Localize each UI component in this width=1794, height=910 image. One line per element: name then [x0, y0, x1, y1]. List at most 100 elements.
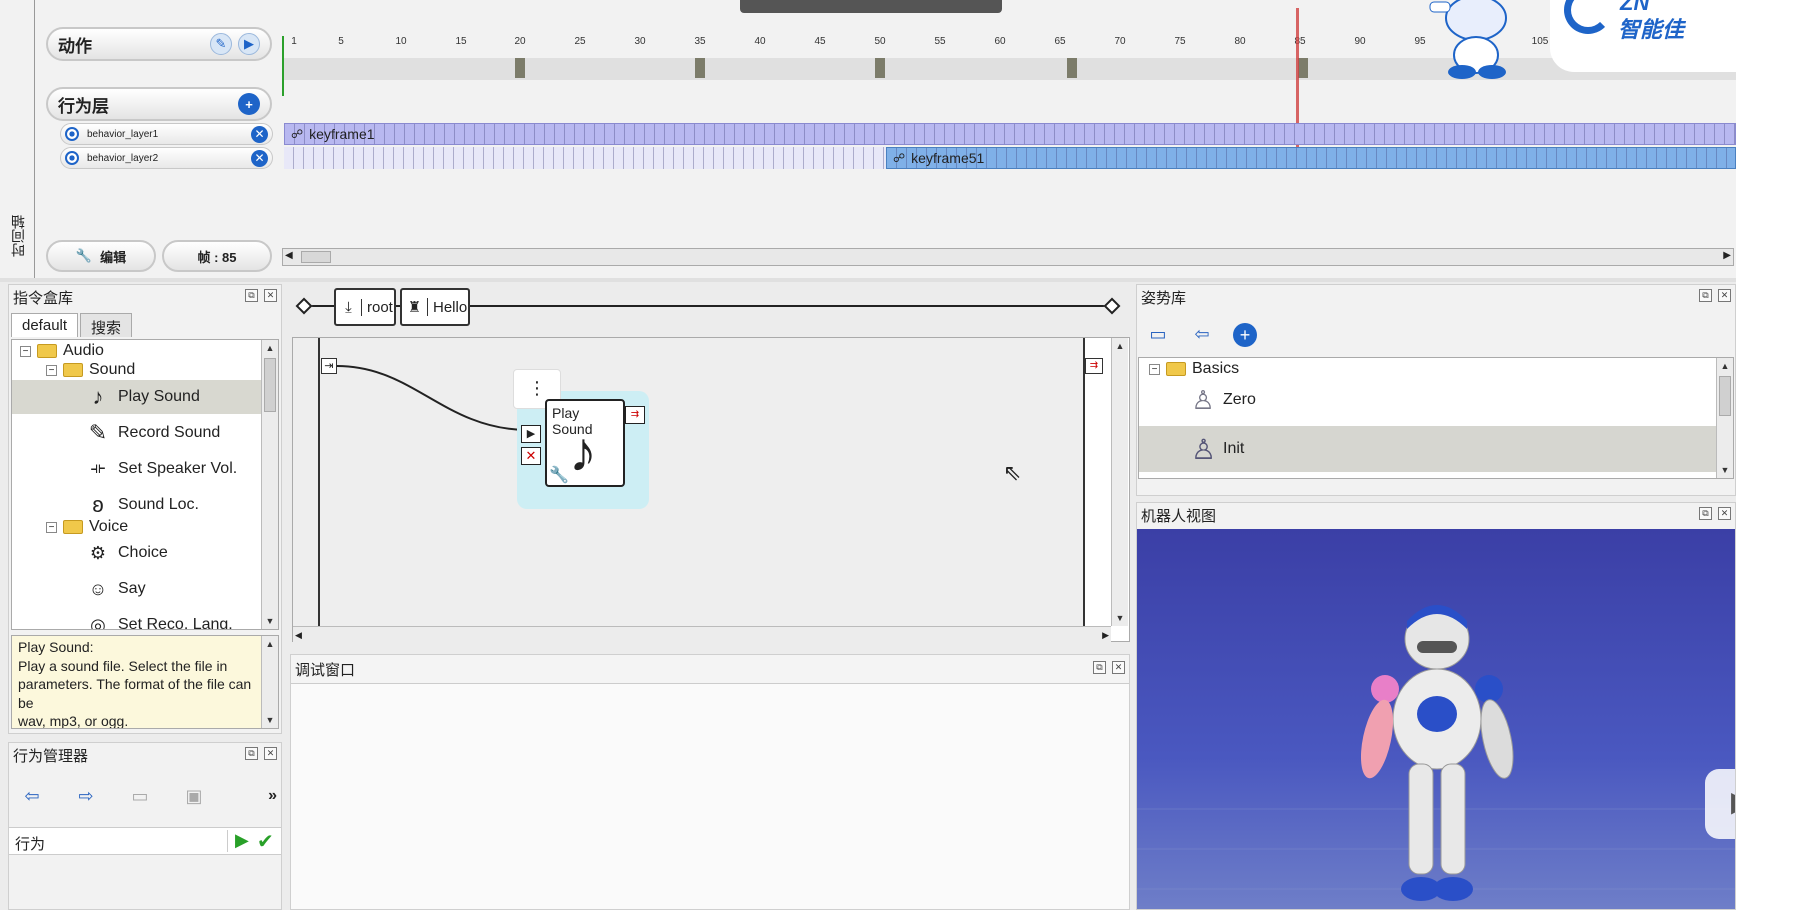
collapse-icon[interactable]: − [46, 364, 57, 376]
remove-layer-icon[interactable]: ✕ [251, 149, 268, 167]
open-pose-folder-icon[interactable]: ▭ [1145, 323, 1171, 345]
frame-display[interactable]: 帧 : 85 [162, 240, 272, 272]
tab-search[interactable]: 搜索 [80, 313, 133, 337]
flow-hscrollbar[interactable]: ◀ ▶ [293, 626, 1111, 642]
flow-canvas[interactable]: ⇥ ⇉ ⋮ Play Sound ♪ 🔧 ▶ ✕ ⇉ ⇖ [293, 338, 1103, 626]
close-icon[interactable]: ✕ [1718, 289, 1731, 302]
folder-icon [1166, 362, 1186, 376]
scroll-down-icon[interactable]: ▼ [262, 712, 278, 728]
close-icon[interactable]: ✕ [1112, 661, 1125, 674]
export-behavior-icon[interactable]: ⇨ [73, 785, 99, 807]
tree-folder-voice[interactable]: − Voice [46, 516, 128, 538]
tree-folder-basics[interactable]: − Basics [1149, 358, 1239, 380]
float-icon[interactable]: ⧉ [1093, 661, 1106, 674]
tree-item-play-sound[interactable]: ♪ Play Sound [12, 380, 262, 414]
scroll-right-icon[interactable]: ▶ [1723, 250, 1731, 261]
box-library-tree[interactable]: − Audio − Sound ♪ Play Sound ✎ Record Sound … [11, 339, 279, 630]
person-icon: ♜ [402, 298, 428, 316]
ruler-tick: 30 [634, 36, 646, 47]
tree-item-say[interactable]: ☺ Say [86, 572, 146, 606]
wrench-icon[interactable]: 🔧 [549, 465, 569, 485]
pose-library-panel: 姿势库 ⧉ ✕ ▭ ⇦ + − Basics ♙ Zero ♙ Init ▲ ▼ [1136, 284, 1736, 496]
save-icon[interactable]: ▣ [181, 785, 207, 807]
box-output-icon[interactable]: ⇉ [625, 406, 645, 424]
layer-radio-icon[interactable] [65, 151, 79, 165]
description-scrollbar[interactable]: ▲ ▼ [261, 636, 278, 728]
play-sound-box[interactable]: ⋮ Play Sound ♪ 🔧 ▶ ✕ ⇉ [513, 369, 649, 509]
scroll-right-icon[interactable]: ▶ [1102, 627, 1109, 643]
pose-item-init[interactable]: ♙ Init [1139, 426, 1717, 472]
play-sound-box-body[interactable]: Play Sound ♪ 🔧 [545, 399, 625, 487]
more-icon[interactable]: » [268, 787, 277, 805]
flow-vscrollbar[interactable]: ▲ ▼ [1111, 338, 1128, 626]
scroll-thumb[interactable] [301, 251, 331, 263]
scroll-left-icon[interactable]: ◀ [295, 627, 302, 643]
scroll-thumb[interactable] [1719, 376, 1731, 416]
box-onstart-input-icon[interactable]: ▶ [521, 425, 541, 443]
timeline-left-border [34, 0, 35, 278]
float-icon[interactable]: ⧉ [245, 289, 258, 302]
folder-icon [37, 344, 57, 358]
scroll-up-icon[interactable]: ▲ [262, 340, 278, 356]
play-icon[interactable]: ▶ [235, 830, 249, 851]
collapse-icon[interactable]: − [20, 345, 31, 357]
close-icon[interactable]: ✕ [264, 747, 277, 760]
scroll-left-icon[interactable]: ◀ [285, 250, 293, 261]
collapse-icon[interactable]: − [46, 521, 57, 533]
tree-item-label: Say [118, 580, 146, 597]
add-pose-icon[interactable]: + [1233, 323, 1257, 347]
debug-output[interactable] [291, 683, 1129, 909]
ruler-tick: 75 [1174, 36, 1186, 47]
box-onstop-input-icon[interactable]: ✕ [521, 447, 541, 465]
close-icon[interactable]: ✕ [1718, 507, 1731, 520]
tree-scrollbar[interactable]: ▲ ▼ [261, 340, 278, 629]
pose-scrollbar[interactable]: ▲ ▼ [1716, 358, 1733, 478]
layer-radio-icon[interactable] [65, 127, 79, 141]
scroll-down-icon[interactable]: ▼ [1717, 462, 1733, 478]
scroll-thumb[interactable] [264, 358, 276, 412]
scroll-up-icon[interactable]: ▲ [1112, 338, 1128, 354]
keyframe-bar[interactable]: ☍ keyframe1 [284, 123, 1736, 145]
tree-item-set-reco-lang[interactable]: ◎ Set Reco. Lang. [86, 608, 233, 630]
edit-motion-icon[interactable]: ✎ [210, 33, 232, 55]
tree-item-choice[interactable]: ⚙ Choice [86, 536, 168, 570]
keyframe-bar[interactable]: ☍ keyframe51 [886, 147, 1736, 169]
tree-item-record-sound[interactable]: ✎ Record Sound [86, 416, 221, 450]
horizontal-splitter[interactable] [0, 278, 1736, 282]
scroll-down-icon[interactable]: ▼ [262, 613, 278, 629]
motion-keyframe[interactable] [1298, 58, 1308, 78]
behavior-layer-row[interactable]: behavior_layer1 ✕ [60, 123, 273, 145]
float-icon[interactable]: ⧉ [245, 747, 258, 760]
float-icon[interactable]: ⧉ [1699, 289, 1712, 302]
motion-keyframe[interactable] [695, 58, 705, 78]
behavior-layer-row[interactable]: behavior_layer2 ✕ [60, 147, 273, 169]
float-icon[interactable]: ⧉ [1699, 507, 1712, 520]
scroll-up-icon[interactable]: ▲ [262, 636, 278, 652]
tree-item-set-speaker-vol[interactable]: ⟛ Set Speaker Vol. [86, 452, 237, 486]
onstopped-output-icon[interactable]: ⇉ [1085, 358, 1103, 374]
scroll-down-icon[interactable]: ▼ [1112, 610, 1128, 626]
motion-keyframe[interactable] [515, 58, 525, 78]
scroll-up-icon[interactable]: ▲ [1717, 358, 1733, 374]
play-motion-icon[interactable]: ▶ [238, 33, 260, 55]
folder-open-icon[interactable]: ▭ [127, 785, 153, 807]
motion-keyframe[interactable] [875, 58, 885, 78]
pose-tree[interactable]: − Basics ♙ Zero ♙ Init ▲ ▼ [1138, 357, 1734, 479]
breadcrumb-root[interactable]: ⤓ root [334, 288, 396, 326]
close-icon[interactable]: ✕ [264, 289, 277, 302]
check-icon[interactable]: ✔ [257, 829, 274, 854]
pose-item-zero[interactable]: ♙ Zero [1191, 378, 1256, 422]
import-pose-icon[interactable]: ⇦ [1189, 323, 1215, 345]
import-behavior-icon[interactable]: ⇦ [19, 785, 45, 807]
timeline-scrollbar[interactable]: ◀ ▶ [282, 248, 1734, 266]
collapse-icon[interactable]: − [1149, 363, 1160, 375]
video-play-overlay-icon[interactable]: ▶ [1705, 769, 1735, 839]
breadcrumb-hello[interactable]: ♜ Hello [400, 288, 470, 326]
add-layer-icon[interactable]: + [238, 93, 260, 115]
tree-folder-sound[interactable]: − Sound [46, 359, 135, 381]
robot-3d-viewport[interactable]: ▶ [1137, 529, 1735, 909]
motion-keyframe[interactable] [1067, 58, 1077, 78]
remove-layer-icon[interactable]: ✕ [251, 125, 268, 143]
edit-button[interactable]: 🔧 编辑 [46, 240, 156, 272]
tab-default[interactable]: default [11, 313, 79, 337]
